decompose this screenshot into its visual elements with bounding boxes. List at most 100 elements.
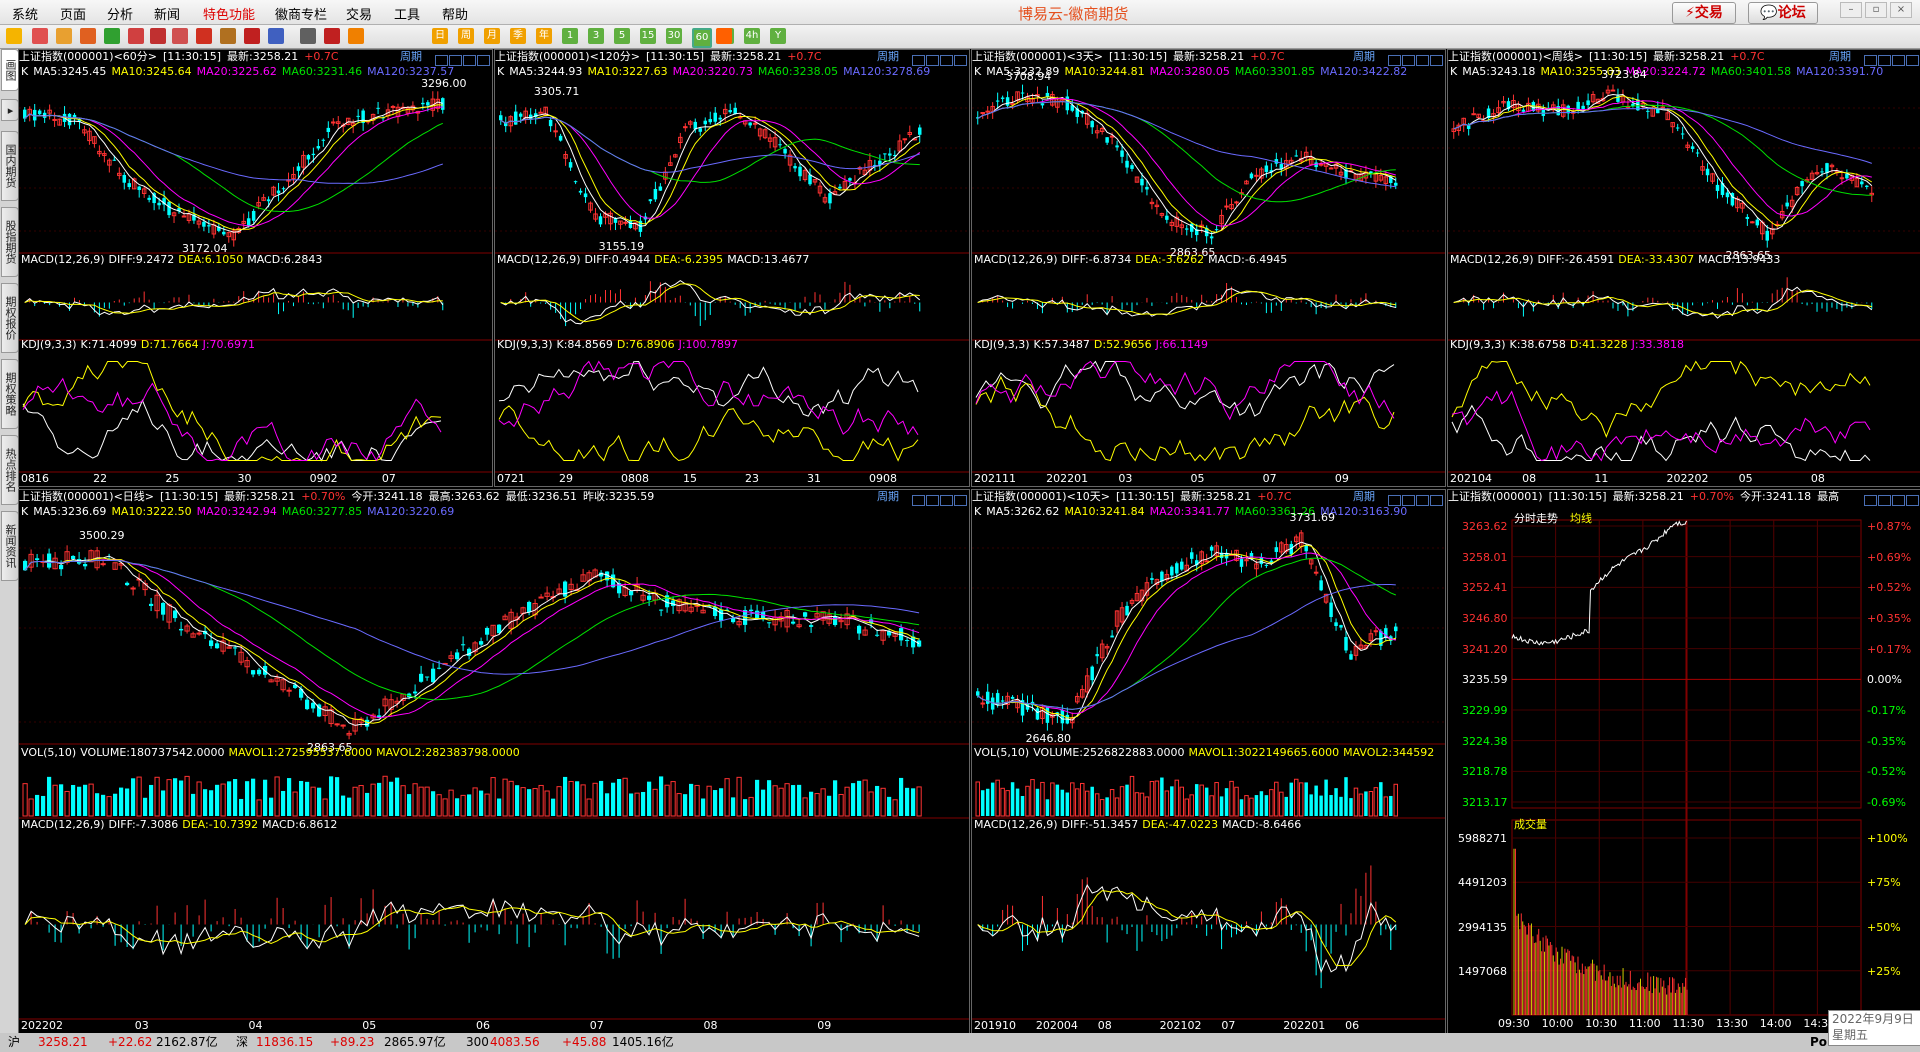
intraday-panel[interactable]: 上证指数(000001) [11:30:15] 最新:3258.21 +0.70% 今开… xyxy=(1447,489,1920,1035)
period-button-1[interactable]: 周 xyxy=(458,28,474,44)
price-label: 3258.01 xyxy=(1462,550,1508,564)
panel-button-2-icon[interactable] xyxy=(940,495,953,506)
tab-draw[interactable]: 画图 xyxy=(1,49,19,91)
trade-button[interactable]: ⚡交易 xyxy=(1672,2,1736,24)
period-button-6[interactable]: 3 xyxy=(588,28,604,44)
panel-button-3-icon[interactable] xyxy=(954,55,967,66)
menu-help[interactable]: 帮助 xyxy=(442,4,468,23)
period-button-2[interactable]: 月 xyxy=(484,28,500,44)
tab-hot-ranking[interactable]: 热点排名 xyxy=(1,435,19,505)
kline-icon[interactable] xyxy=(348,28,364,44)
panel-button-3-icon[interactable] xyxy=(1906,495,1919,506)
x-axis-label: 08 xyxy=(1522,472,1537,485)
find-icon[interactable] xyxy=(128,28,144,44)
tab-arrow[interactable]: ▸ xyxy=(1,99,19,121)
formula-icon[interactable] xyxy=(268,28,284,44)
menu-system[interactable]: 系统 xyxy=(12,4,38,23)
panel-time: [11:30:15] xyxy=(1109,50,1168,63)
minimize-button[interactable]: – xyxy=(1840,2,1862,18)
period-button-7[interactable]: 5 xyxy=(614,28,630,44)
pen-icon[interactable] xyxy=(196,28,212,44)
list-icon[interactable] xyxy=(56,28,72,44)
panel-button-3-icon[interactable] xyxy=(1430,495,1443,506)
zoom-in-icon[interactable] xyxy=(150,28,166,44)
panel-button-2-icon[interactable] xyxy=(1892,55,1905,66)
chart-panel-p120[interactable]: 上证指数(000001)<120分> [11:30:15] 最新:3258.21 +0… xyxy=(494,49,970,487)
period-link[interactable]: 周期 xyxy=(1353,50,1375,64)
close-button[interactable]: × xyxy=(1890,2,1912,18)
candle xyxy=(578,190,583,193)
report-icon[interactable] xyxy=(80,28,96,44)
volume-bar xyxy=(256,799,262,817)
menu-trade[interactable]: 交易 xyxy=(346,4,372,23)
chart-panel-pw[interactable]: 上证指数(000001)<周线> [11:30:15] 最新:3258.21 +0.7… xyxy=(1447,49,1920,487)
menu-analysis[interactable]: 分析 xyxy=(107,4,133,23)
panel-button-0-icon[interactable] xyxy=(1864,495,1877,506)
restore-button[interactable]: ▫ xyxy=(1865,2,1887,18)
panel-button-3-icon[interactable] xyxy=(477,55,490,66)
volume-bar xyxy=(460,794,466,817)
menu-news[interactable]: 新闻 xyxy=(154,4,180,23)
x-axis-label: 22 xyxy=(93,472,108,485)
period-link[interactable]: 周期 xyxy=(400,50,422,64)
tab-news[interactable]: 新闻资讯 xyxy=(1,511,19,581)
volume-bar xyxy=(515,785,520,816)
period-link[interactable]: 周期 xyxy=(1829,50,1851,64)
period-button-5[interactable]: 1 xyxy=(562,28,578,44)
period-link[interactable]: 周期 xyxy=(1353,490,1375,504)
period-button-10[interactable]: 60 xyxy=(692,28,712,48)
panel-change: +0.7C xyxy=(1250,50,1285,63)
grid-icon[interactable] xyxy=(300,28,316,44)
period-button-4[interactable]: 年 xyxy=(536,28,552,44)
chart-panel-p10d[interactable]: 上证指数(000001)<10天> [11:30:15] 最新:3258.21 +0.… xyxy=(971,489,1446,1034)
panel-button-2-icon[interactable] xyxy=(1892,495,1905,506)
tab-domestic-futures[interactable]: 国内期货 xyxy=(1,131,19,201)
c300-amount: 1405.16亿 xyxy=(612,1035,674,1049)
panel-button-2-icon[interactable] xyxy=(463,55,476,66)
draw-icon[interactable] xyxy=(220,28,236,44)
period-button-13[interactable]: Y xyxy=(770,28,786,44)
panel-button-0-icon[interactable] xyxy=(912,495,925,506)
menu-column[interactable]: 徽商专栏 xyxy=(275,4,327,23)
chart-panel-pd[interactable]: 上证指数(000001)<日线> [11:30:15] 最新:3258.21 +0.7… xyxy=(18,489,970,1034)
tab-option-quotes[interactable]: 期权报价 xyxy=(1,283,19,353)
panel-button-2-icon[interactable] xyxy=(1416,55,1429,66)
tab-index-futures[interactable]: 股指期货 xyxy=(1,207,19,277)
kdj-value-2: J:66.1149 xyxy=(1155,338,1209,351)
panel-button-3-icon[interactable] xyxy=(1906,55,1919,66)
zoom-out-icon[interactable] xyxy=(172,28,188,44)
ma-value-3: MA60:3401.58 xyxy=(1710,65,1792,78)
back-icon[interactable] xyxy=(6,28,22,44)
volume-bar xyxy=(622,777,628,817)
panel-button-1-icon[interactable] xyxy=(1878,495,1891,506)
filter-icon[interactable] xyxy=(244,28,260,44)
chart-panel-p60[interactable]: 上证指数(000001)<60分> [11:30:15] 最新:3258.21 +0.… xyxy=(18,49,493,487)
refresh-icon[interactable] xyxy=(104,28,120,44)
period-button-3[interactable]: 季 xyxy=(510,28,526,44)
volume-bar xyxy=(706,785,712,817)
home-icon[interactable] xyxy=(32,28,48,44)
period-button-12[interactable]: 4h xyxy=(744,28,760,44)
panel-button-1-icon[interactable] xyxy=(926,495,939,506)
period-link[interactable]: 周期 xyxy=(877,50,899,64)
tab-option-strategy[interactable]: 期权策略 xyxy=(1,359,19,429)
menu-tools[interactable]: 工具 xyxy=(394,4,420,23)
line-chart-icon[interactable] xyxy=(324,28,340,44)
period-button-0[interactable]: 日 xyxy=(432,28,448,44)
menu-page[interactable]: 页面 xyxy=(60,4,86,23)
candle xyxy=(1249,173,1254,179)
panel-button-3-icon[interactable] xyxy=(1430,55,1443,66)
panel-button-3-icon[interactable] xyxy=(954,495,967,506)
time-label: 11:30 xyxy=(1672,1017,1705,1030)
panel-button-2-icon[interactable] xyxy=(1416,495,1429,506)
settings-icon[interactable] xyxy=(716,28,732,44)
period-button-9[interactable]: 30 xyxy=(666,28,682,44)
x-axis-label: 202104 xyxy=(1450,472,1492,485)
chart-panel-p3d[interactable]: 上证指数(000001)<3天> [11:30:15] 最新:3258.21 +0.7… xyxy=(971,49,1446,487)
period-button-8[interactable]: 15 xyxy=(640,28,656,44)
period-link[interactable]: 周期 xyxy=(877,490,899,504)
panel-button-2-icon[interactable] xyxy=(940,55,953,66)
candle xyxy=(209,640,214,647)
menu-features[interactable]: 特色功能 xyxy=(203,4,255,23)
forum-button[interactable]: 💬论坛 xyxy=(1748,2,1818,24)
